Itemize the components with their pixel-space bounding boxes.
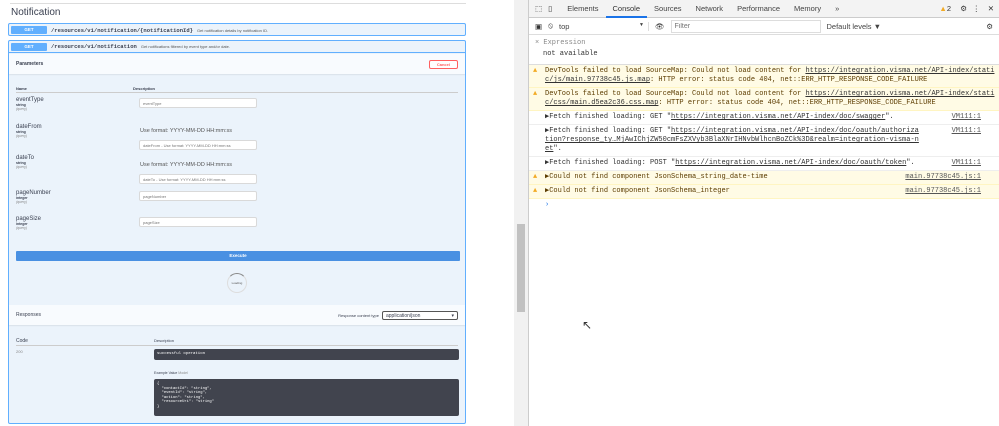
col-code: Code <box>16 338 28 344</box>
more-tabs-button[interactable]: » <box>828 0 846 18</box>
message-source-link[interactable]: main.97738c45.js:1 <box>905 173 981 182</box>
console-message[interactable]: ▲ ▶Could not find component JsonSchema_in… <box>529 185 999 199</box>
endpoint-summary: Get notification details by notification… <box>196 27 269 33</box>
warning-icon: ▲ <box>533 67 538 75</box>
responses-header: Responses Response content type applicat… <box>9 305 465 325</box>
endpoint-path: /resources/v1/notification <box>51 43 137 50</box>
console-message[interactable]: ▲ ▶Could not find component JsonSchema_st… <box>529 171 999 185</box>
loading-spinner: Loading <box>227 273 247 293</box>
example-json: { "contactId": "string", "eventId": "str… <box>154 379 459 416</box>
context-select[interactable]: top ▼ <box>559 21 649 31</box>
param-dateTo: dateTo string (query) <box>16 155 35 169</box>
warning-icon: ▲ <box>533 90 538 98</box>
console-messages: ▲ DevTools failed to load SourceMap: Coul… <box>529 65 999 199</box>
warning-counter[interactable]: ▲2 <box>939 4 951 13</box>
operation-get-notification-by-id[interactable]: GET /resources/v1/notification/{notifica… <box>8 23 466 36</box>
response-code: 200 <box>16 349 23 354</box>
param-eventType: eventType string (query) <box>16 97 44 111</box>
endpoint-path: /resources/v1/notification/{notification… <box>51 26 193 34</box>
eventType-input[interactable] <box>139 98 257 108</box>
col-name: Name <box>16 86 27 91</box>
pageNumber-input[interactable] <box>139 191 257 201</box>
execute-button[interactable]: Execute <box>16 251 460 261</box>
message-source-link[interactable]: VM111:1 <box>952 159 981 168</box>
section-title: Notification <box>11 7 61 18</box>
expression-value: not available <box>543 50 598 58</box>
filter-input[interactable] <box>670 19 821 33</box>
dateFrom-input[interactable] <box>139 140 257 150</box>
example-tabs: Example Value Model <box>154 371 188 375</box>
console-prompt[interactable]: › <box>529 199 999 212</box>
operation-get-notifications: GET /resources/v1/notification Get notif… <box>8 40 466 424</box>
col-response-description: Description <box>154 338 175 343</box>
content-type-select[interactable]: application/json ▾ <box>382 310 458 320</box>
cancel-button[interactable]: Cancel <box>428 59 458 69</box>
log-levels-select[interactable]: Default levels ▼ <box>827 22 882 31</box>
operation-header[interactable]: GET /resources/v1/notification Get notif… <box>9 41 465 53</box>
devtools-panel: ⬚ ▯ Elements Console Sources Network Per… <box>528 0 999 426</box>
tab-sources[interactable]: Sources <box>647 0 689 18</box>
method-badge: GET <box>11 42 47 51</box>
sidebar-toggle-icon[interactable]: ▣ <box>535 22 542 31</box>
devtools-tabbar: ⬚ ▯ Elements Console Sources Network Per… <box>529 0 999 18</box>
console-message[interactable]: ▲ DevTools failed to load SourceMap: Coul… <box>529 65 999 88</box>
scrollbar-thumb[interactable] <box>517 224 525 312</box>
page-scrollbar[interactable] <box>514 0 528 426</box>
console-message[interactable]: ▲ DevTools failed to load SourceMap: Coul… <box>529 88 999 111</box>
tab-network[interactable]: Network <box>689 0 731 18</box>
dateTo-input[interactable] <box>139 174 257 184</box>
param-dateFrom: dateFrom string (query) <box>16 124 42 138</box>
tab-memory[interactable]: Memory <box>787 0 828 18</box>
close-icon[interactable]: ✕ <box>988 4 994 13</box>
warning-icon: ▲ <box>533 173 538 181</box>
console-message[interactable]: ▶Fetch finished loading: GET "https://in… <box>529 125 999 157</box>
live-expression: × Expression not available <box>529 35 999 65</box>
message-link[interactable]: https://integration.visma.net/API-index/… <box>675 159 906 167</box>
message-source-link[interactable]: main.97738c45.js:1 <box>905 187 981 196</box>
device-toolbar-icon[interactable]: ▯ <box>548 4 552 13</box>
console-message[interactable]: ▶Fetch finished loading: POST "https://i… <box>529 157 999 171</box>
example-value-tab[interactable]: Example Value <box>154 371 177 375</box>
message-link[interactable]: https://integration.visma.net/API-index/… <box>671 113 885 121</box>
param-pageNumber: pageNumber integer (query) <box>16 190 51 204</box>
console-message[interactable]: ▶Fetch finished loading: GET "https://in… <box>529 111 999 125</box>
tab-console[interactable]: Console <box>605 0 648 18</box>
inspect-icon[interactable]: ⬚ <box>535 4 542 13</box>
dateFrom-format-hint: Use format: YYYY-MM-DD HH:mm:ss <box>140 128 232 134</box>
live-expression-eye-icon[interactable]: 👁 <box>655 22 665 31</box>
response-description: successful operation <box>154 349 459 360</box>
warning-icon: ▲ <box>533 187 538 195</box>
console-toolbar: ▣ ⦸ top▼ 👁 Default levels ▼ ⚙ <box>529 18 999 35</box>
parameters-header: Parameters Cancel <box>9 54 465 74</box>
col-description: Description <box>133 86 156 91</box>
divider <box>10 3 466 4</box>
settings-icon[interactable]: ⚙ <box>960 4 967 13</box>
more-options-icon[interactable]: ⋮ <box>973 4 981 13</box>
responses-label: Responses <box>16 312 42 318</box>
message-source-link[interactable]: VM111:1 <box>952 113 981 122</box>
message-source-link[interactable]: VM111:1 <box>952 127 981 136</box>
warning-icon: ▲ <box>939 4 947 13</box>
clear-console-icon[interactable]: ⦸ <box>548 21 553 31</box>
tab-elements[interactable]: Elements <box>560 0 605 18</box>
parameters-label: Parameters <box>16 61 44 67</box>
tab-performance[interactable]: Performance <box>730 0 787 18</box>
param-pageSize: pageSize integer (query) <box>16 216 42 230</box>
swagger-page: Notification GET /resources/v1/notificat… <box>0 0 514 426</box>
model-tab[interactable]: Model <box>178 371 188 375</box>
mouse-cursor: ↖ <box>582 318 593 332</box>
content-type-label: Response content type <box>338 312 379 318</box>
pageSize-input[interactable] <box>139 217 257 227</box>
console-settings-icon[interactable]: ⚙ <box>986 22 993 31</box>
endpoint-summary: Get notifications filtered by event type… <box>140 44 230 49</box>
method-badge: GET <box>11 26 47 34</box>
dateTo-format-hint: Use format: YYYY-MM-DD HH:mm:ss <box>140 162 232 168</box>
